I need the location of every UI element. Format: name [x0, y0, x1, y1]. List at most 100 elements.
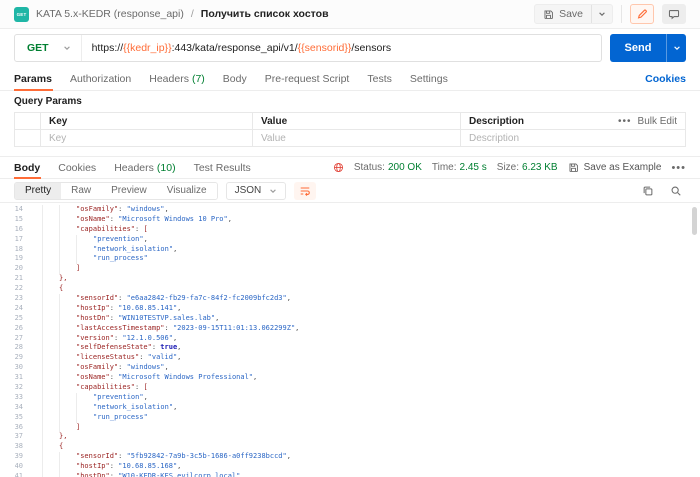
response-body-toolbar: PrettyRawPreviewVisualize JSON	[0, 179, 700, 203]
network-warning-icon[interactable]	[333, 162, 344, 173]
code-line: 30"osFamily": "windows",	[0, 363, 700, 373]
code-line: 21},	[0, 274, 700, 284]
chevron-down-icon	[673, 44, 681, 52]
divider	[621, 5, 622, 23]
method-selector[interactable]: GET	[15, 35, 82, 61]
wrap-text-icon	[299, 185, 311, 197]
request-tabs: ParamsAuthorizationHeaders(7)BodyPre-req…	[0, 67, 700, 91]
breadcrumb-collection[interactable]: KATA 5.x-KEDR (response_api)	[36, 8, 184, 20]
save-icon	[568, 162, 579, 173]
pencil-icon	[636, 8, 648, 20]
response-tab-headers[interactable]: Headers(10)	[105, 157, 184, 178]
method-label: GET	[27, 42, 49, 54]
code-line: 39"sensorId": "5fb92842-7a9b-3c5b-1686-a…	[0, 452, 700, 462]
url-input[interactable]: https://{{kedr_ip}}:443/kata/response_ap…	[82, 42, 401, 54]
chevron-down-icon	[63, 44, 71, 52]
url-segment: /sensors	[351, 42, 391, 54]
tab-headers[interactable]: Headers(7)	[140, 67, 214, 90]
code-line: 19"run_process"	[0, 254, 700, 264]
save-as-example-button[interactable]: Save as Example	[568, 162, 662, 173]
response-tab-test-results[interactable]: Test Results	[185, 157, 260, 178]
url-box: GET https://{{kedr_ip}}:443/kata/respons…	[14, 34, 602, 62]
save-button-label: Save	[559, 8, 583, 20]
code-line: 41"hostDn": "W10-KEDR-KES.evilcorp.local…	[0, 472, 700, 477]
request-icon: GET	[14, 7, 29, 22]
cookies-link[interactable]: Cookies	[645, 73, 686, 85]
copy-icon	[642, 185, 654, 197]
table-row: Key Value Description	[15, 130, 686, 147]
comment-icon	[668, 8, 680, 20]
tab-settings[interactable]: Settings	[401, 67, 457, 90]
response-tab-cookies[interactable]: Cookies	[49, 157, 105, 178]
send-button-label: Send	[610, 34, 666, 62]
code-line: 17"prevention",	[0, 235, 700, 245]
code-line: 33"prevention",	[0, 393, 700, 403]
view-mode-pretty[interactable]: Pretty	[15, 183, 61, 199]
row-handle-header	[15, 113, 41, 130]
header-actions: Save	[534, 4, 686, 24]
comment-button[interactable]	[662, 4, 686, 24]
table-header-row: Key Value Description ••• Bulk Edit	[15, 113, 686, 130]
code-line: 29"licenseStatus": "valid",	[0, 353, 700, 363]
more-options-icon[interactable]: •••	[671, 162, 686, 174]
status-time: Time:2.45 s	[432, 162, 487, 173]
code-line: 26"lastAccessTimestamp": "2023-09-15T11:…	[0, 324, 700, 334]
code-line: 18"network_isolation",	[0, 245, 700, 255]
tab-params[interactable]: Params	[14, 67, 61, 90]
request-header: GET KATA 5.x-KEDR (response_api) / Получ…	[0, 0, 700, 29]
code-line: 35"run_process"	[0, 413, 700, 423]
code-line: 38{	[0, 442, 700, 452]
view-mode-visualize[interactable]: Visualize	[157, 183, 217, 199]
request-title[interactable]: Получить список хостов	[201, 8, 329, 20]
code-line: 36]	[0, 423, 700, 433]
code-line: 24"hostIp": "10.68.85.141",	[0, 304, 700, 314]
code-line: 15"osName": "Microsoft Windows 10 Pro",	[0, 215, 700, 225]
copy-button[interactable]	[638, 182, 658, 200]
code-line: 34"network_isolation",	[0, 403, 700, 413]
view-mode-preview[interactable]: Preview	[101, 183, 157, 199]
code-line: 23"sensorId": "e6aa2842-fb29-fa7c-84f2-f…	[0, 294, 700, 304]
code-line: 28"selfDefenseState": true,	[0, 343, 700, 353]
language-selector[interactable]: JSON	[226, 182, 287, 200]
code-line: 31"osName": "Microsoft Windows Professio…	[0, 373, 700, 383]
status-values: Status:200 OKTime:2.45 sSize:6.23 KB	[354, 162, 558, 173]
value-input[interactable]: Value	[261, 133, 286, 144]
send-button[interactable]: Send	[610, 34, 686, 62]
tab-authorization[interactable]: Authorization	[61, 67, 140, 90]
response-meta: Status:200 OKTime:2.45 sSize:6.23 KB Sav…	[333, 162, 686, 174]
code-line: 32"capabilities": [	[0, 383, 700, 393]
response-tabs-list: BodyCookiesHeaders(10)Test Results	[14, 157, 260, 178]
wrap-lines-button[interactable]	[294, 182, 316, 200]
scrollbar-thumb[interactable]	[692, 207, 697, 235]
bulk-edit-button[interactable]: Bulk Edit	[638, 116, 677, 127]
query-params-title: Query Params	[14, 96, 686, 107]
code-line: 20]	[0, 264, 700, 274]
description-input[interactable]: Description	[469, 133, 519, 144]
tab-body[interactable]: Body	[214, 67, 256, 90]
code-lines: 14"osFamily": "windows",15"osName": "Mic…	[0, 205, 700, 477]
save-options-button[interactable]	[591, 5, 612, 23]
save-icon	[543, 9, 554, 20]
url-segment: https://	[92, 42, 124, 54]
send-options-button[interactable]	[666, 34, 686, 62]
response-section: BodyCookiesHeaders(10)Test Results Statu…	[0, 156, 700, 477]
response-tab-body[interactable]: Body	[14, 157, 49, 178]
search-button[interactable]	[666, 182, 686, 200]
save-button[interactable]: Save	[534, 4, 613, 24]
code-line: 40"hostIp": "10.68.85.168",	[0, 462, 700, 472]
code-line: 37},	[0, 432, 700, 442]
column-options-icon[interactable]: •••	[618, 116, 632, 127]
row-handle-cell	[15, 130, 41, 147]
tab-pre-request-script[interactable]: Pre-request Script	[256, 67, 359, 90]
view-mode-group: PrettyRawPreviewVisualize	[14, 182, 218, 200]
search-icon	[670, 185, 682, 197]
tab-tests[interactable]: Tests	[358, 67, 401, 90]
response-body-editor[interactable]: 14"osFamily": "windows",15"osName": "Mic…	[0, 203, 700, 477]
key-input[interactable]: Key	[49, 133, 66, 144]
code-line: 14"osFamily": "windows",	[0, 205, 700, 215]
response-tabs: BodyCookiesHeaders(10)Test Results Statu…	[0, 157, 700, 179]
code-line: 27"version": "12.1.0.506",	[0, 334, 700, 344]
edit-button[interactable]	[630, 4, 654, 24]
request-tabs-list: ParamsAuthorizationHeaders(7)BodyPre-req…	[14, 67, 457, 90]
view-mode-raw[interactable]: Raw	[61, 183, 101, 199]
